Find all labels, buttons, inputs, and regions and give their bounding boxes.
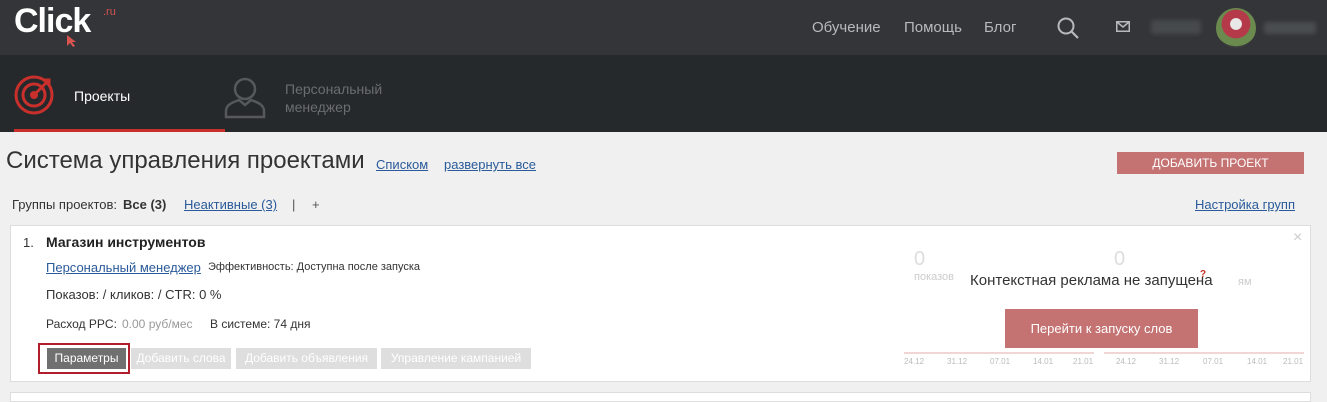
add-group-button[interactable]: +: [312, 197, 320, 212]
add-words-button[interactable]: Добавить слова: [131, 348, 231, 369]
click-logo[interactable]: Click .ru: [14, 2, 124, 50]
impressions-value: 0: [914, 248, 926, 270]
chart-baseline: [904, 352, 1094, 354]
mail-icon[interactable]: [1116, 21, 1130, 32]
manage-campaign-button[interactable]: Управление кампанией: [381, 348, 531, 369]
chart-date: 07.01: [1203, 357, 1224, 366]
avatar[interactable]: [1216, 8, 1256, 48]
expand-all-link[interactable]: развернуть все: [444, 157, 536, 172]
chart-date: 07.01: [990, 357, 1011, 366]
account-balance[interactable]: [1151, 20, 1201, 34]
chart-date: 14.01: [1033, 357, 1054, 366]
efficiency-status: Эффективность: Доступна после запуска: [208, 261, 421, 273]
user-icon: [224, 77, 266, 119]
expense-label: Расход PPC:: [46, 317, 117, 331]
target-icon: [14, 75, 54, 115]
add-project-button[interactable]: ДОБАВИТЬ ПРОЕКТ: [1117, 152, 1304, 174]
chart-date: 31.12: [1159, 357, 1180, 366]
project-card: × 1. Магазин инструментов Персональный м…: [10, 225, 1311, 382]
tab-projects[interactable]: Проекты: [14, 55, 225, 132]
groups-separator: |: [292, 197, 296, 212]
project-name[interactable]: Магазин инструментов: [46, 234, 205, 250]
add-ads-button[interactable]: Добавить объявления: [236, 348, 377, 369]
user-name[interactable]: [1264, 22, 1316, 34]
expense-value: 0.00 руб/мес: [122, 317, 193, 331]
personal-manager-link[interactable]: Персональный менеджер: [46, 260, 201, 275]
groups-label: Группы проектов:: [12, 197, 118, 212]
help-icon[interactable]: ?: [1200, 269, 1206, 280]
list-view-link[interactable]: Списком: [376, 157, 428, 172]
nav-blog-link[interactable]: Блог: [984, 19, 1016, 36]
group-all[interactable]: Все (3): [123, 197, 166, 212]
chart-baseline: [1104, 352, 1304, 354]
parameters-button[interactable]: Параметры: [47, 348, 126, 369]
impressions-caption: показов: [914, 271, 955, 283]
logo-text: Click: [14, 2, 91, 40]
clicks-caption: ям: [1238, 276, 1252, 288]
chart-date: 21.01: [1283, 357, 1304, 366]
impressions-chart: 24.12 31.12 07.01 14.01 21.01: [904, 352, 1094, 370]
active-tab-indicator: [14, 129, 225, 132]
tab-manager-label: Персональный менеджер: [285, 81, 383, 115]
chart-date: 24.12: [1116, 357, 1137, 366]
tab-personal-manager[interactable]: Персональный менеджер: [224, 55, 414, 132]
project-card: [10, 392, 1311, 402]
nav-help-link[interactable]: Помощь: [904, 19, 962, 36]
nav-learning-link[interactable]: Обучение: [812, 19, 881, 36]
tab-projects-label: Проекты: [74, 88, 131, 104]
page-title: Система управления проектами: [6, 147, 365, 174]
chart-date: 14.01: [1247, 357, 1268, 366]
search-icon[interactable]: [1056, 16, 1080, 40]
clicks-stat: 0: [1114, 248, 1125, 271]
launch-words-button[interactable]: Перейти к запуску слов: [1005, 309, 1198, 348]
days-in-system: В системе: 74 дня: [210, 317, 311, 331]
project-number: 1.: [23, 235, 34, 250]
logo-suffix: .ru: [103, 6, 116, 18]
chart-date: 24.12: [904, 357, 925, 366]
project-stats: Показов: / кликов: / CTR: 0 %: [46, 287, 222, 302]
impressions-stat: 0 показов: [914, 248, 954, 283]
clicks-value: 0: [1114, 248, 1126, 270]
clicks-chart: 24.12 31.12 07.01 14.01 21.01: [1104, 352, 1304, 370]
close-icon[interactable]: ×: [1293, 229, 1302, 247]
cursor-icon: [67, 35, 76, 47]
group-inactive-link[interactable]: Неактивные (3): [184, 197, 277, 212]
chart-date: 21.01: [1073, 357, 1094, 366]
ad-status-text: Контекстная реклама не запущена: [970, 272, 1213, 289]
section-nav: Проекты Персональный менеджер: [0, 55, 1327, 132]
groups-settings-link[interactable]: Настройка групп: [1195, 197, 1295, 212]
top-bar: Click .ru Обучение Помощь Блог: [0, 0, 1327, 55]
chart-date: 31.12: [947, 357, 968, 366]
